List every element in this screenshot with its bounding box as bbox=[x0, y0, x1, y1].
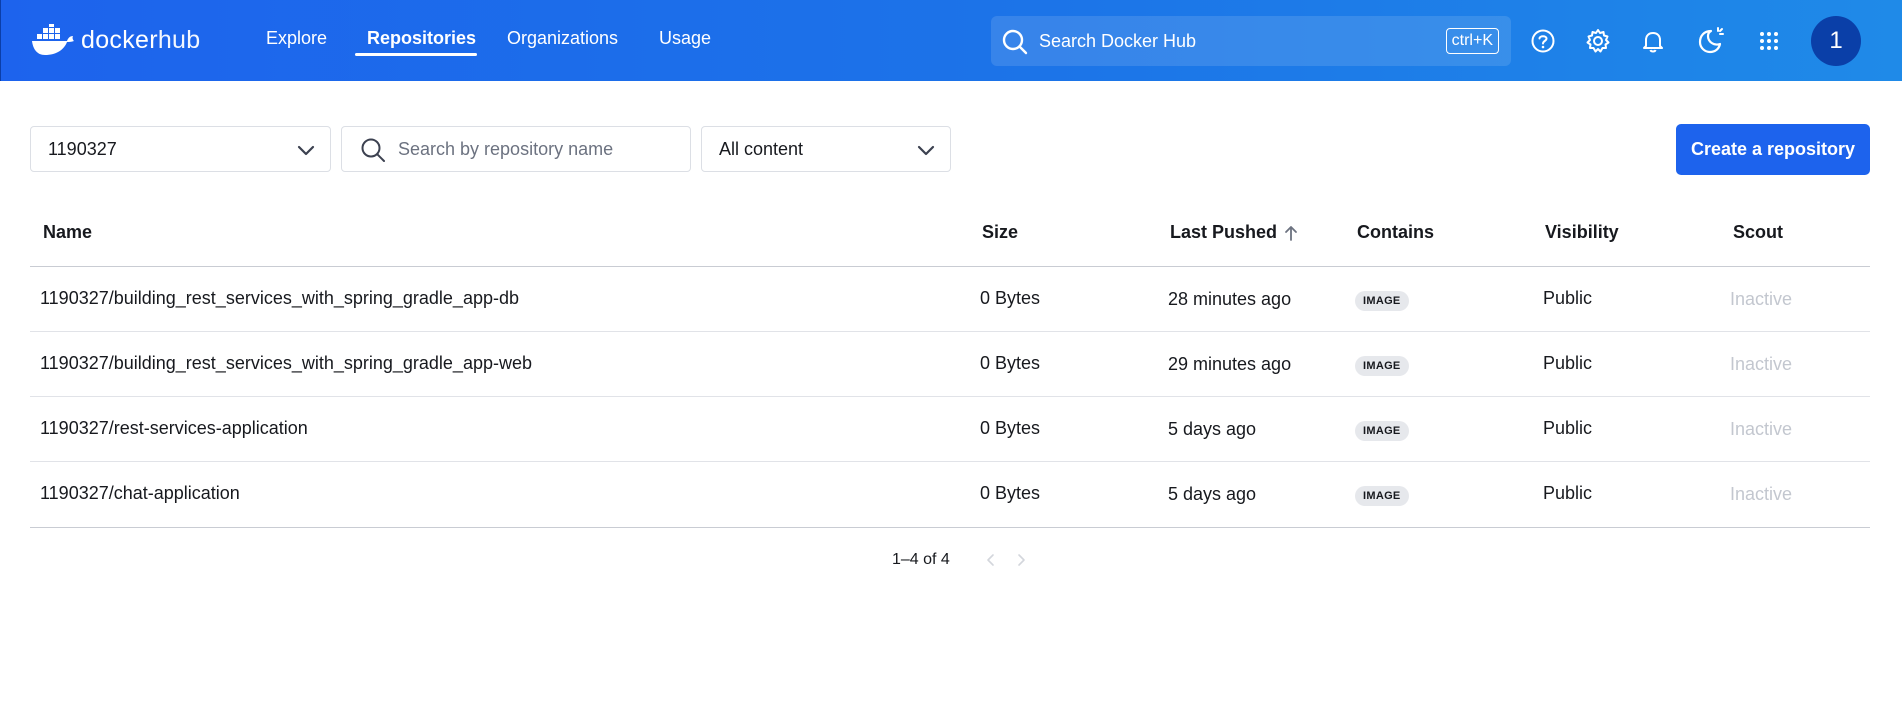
repo-last-pushed: 29 minutes ago bbox=[1168, 354, 1292, 374]
content-type-badge: IMAGE bbox=[1355, 291, 1409, 311]
search-shortcut-badge: ctrl+K bbox=[1445, 28, 1499, 54]
repo-size: 0 Bytes bbox=[980, 483, 1041, 503]
scout-status: Inactive bbox=[1730, 419, 1793, 439]
docker-whale-icon bbox=[32, 24, 74, 55]
content-type-badge: IMAGE bbox=[1355, 486, 1409, 506]
column-header-name[interactable]: Name bbox=[43, 222, 92, 243]
docker-hub-logo[interactable]: dockerhub bbox=[31, 20, 200, 60]
notifications-bell-icon[interactable] bbox=[1639, 27, 1667, 55]
repo-visibility: Public bbox=[1543, 483, 1593, 503]
scout-status: Inactive bbox=[1730, 354, 1793, 374]
help-icon[interactable] bbox=[1529, 27, 1557, 55]
namespace-select[interactable]: 1190327 bbox=[30, 126, 331, 172]
repository-search-input[interactable] bbox=[398, 138, 678, 160]
sort-ascending-arrow-icon[interactable] bbox=[1284, 224, 1298, 242]
repo-visibility: Public bbox=[1543, 418, 1593, 438]
nav-organizations[interactable]: Organizations bbox=[507, 28, 618, 49]
repo-size: 0 Bytes bbox=[980, 418, 1041, 438]
previous-page-chevron-icon[interactable] bbox=[984, 549, 998, 571]
next-page-chevron-icon[interactable] bbox=[1014, 549, 1028, 571]
nav-usage[interactable]: Usage bbox=[659, 28, 711, 49]
search-icon bbox=[1002, 29, 1028, 55]
column-header-scout: Scout bbox=[1733, 222, 1784, 242]
row-divider bbox=[30, 461, 1870, 462]
repo-name-link[interactable]: 1190327/building_rest_services_with_spri… bbox=[40, 353, 532, 374]
repo-name-link[interactable]: 1190327/chat-application bbox=[40, 483, 240, 504]
column-header-visibility: Visibility bbox=[1545, 222, 1619, 242]
content-filter-select[interactable]: All content bbox=[701, 126, 951, 172]
repo-visibility: Public bbox=[1543, 353, 1593, 373]
pagination-range: 1–4 of 4 bbox=[892, 551, 950, 568]
logo-word-docker: docker bbox=[81, 25, 158, 54]
nav-explore[interactable]: Explore bbox=[266, 28, 327, 49]
top-navbar: dockerhub Explore Repositories Organizat… bbox=[0, 0, 1902, 81]
global-search-placeholder: Search Docker Hub bbox=[1039, 30, 1197, 51]
column-header-size[interactable]: Size bbox=[982, 222, 1018, 243]
column-header-contains: Contains bbox=[1357, 222, 1435, 242]
logo-word-hub: hub bbox=[157, 25, 201, 54]
repo-size: 0 Bytes bbox=[980, 288, 1041, 308]
content-type-badge: IMAGE bbox=[1355, 421, 1409, 441]
repo-name-link[interactable]: 1190327/rest-services-application bbox=[40, 418, 308, 439]
row-divider bbox=[30, 331, 1870, 332]
nav-repositories[interactable]: Repositories bbox=[367, 28, 476, 49]
search-icon bbox=[361, 138, 385, 162]
repo-name-link[interactable]: 1190327/building_rest_services_with_spri… bbox=[40, 288, 519, 309]
repository-search[interactable] bbox=[341, 126, 691, 172]
repo-last-pushed: 5 days ago bbox=[1168, 484, 1257, 504]
apps-grid-icon[interactable] bbox=[1755, 27, 1783, 55]
table-header-divider bbox=[30, 266, 1870, 267]
scout-status: Inactive bbox=[1730, 289, 1793, 309]
scout-status: Inactive bbox=[1730, 484, 1793, 504]
active-nav-indicator bbox=[355, 53, 477, 56]
theme-toggle-icon[interactable] bbox=[1694, 25, 1726, 57]
logo-text: dockerhub bbox=[81, 26, 200, 55]
repo-visibility: Public bbox=[1543, 288, 1593, 308]
create-repository-button[interactable]: Create a repository bbox=[1676, 124, 1870, 175]
row-divider bbox=[30, 396, 1870, 397]
column-header-last-pushed[interactable]: Last Pushed bbox=[1170, 222, 1277, 243]
settings-gear-icon[interactable] bbox=[1584, 27, 1612, 55]
content-type-badge: IMAGE bbox=[1355, 356, 1409, 376]
table-bottom-divider bbox=[30, 527, 1870, 528]
global-search[interactable]: Search Docker Hub ctrl+K bbox=[991, 16, 1511, 66]
repo-size: 0 Bytes bbox=[980, 353, 1041, 373]
repo-last-pushed: 5 days ago bbox=[1168, 419, 1257, 439]
content-filter-value: All content bbox=[719, 138, 804, 159]
namespace-select-value: 1190327 bbox=[48, 138, 117, 159]
chevron-down-icon bbox=[917, 145, 935, 156]
repo-last-pushed: 28 minutes ago bbox=[1168, 289, 1292, 309]
user-avatar[interactable]: 1 bbox=[1811, 16, 1861, 66]
chevron-down-icon bbox=[297, 145, 315, 156]
